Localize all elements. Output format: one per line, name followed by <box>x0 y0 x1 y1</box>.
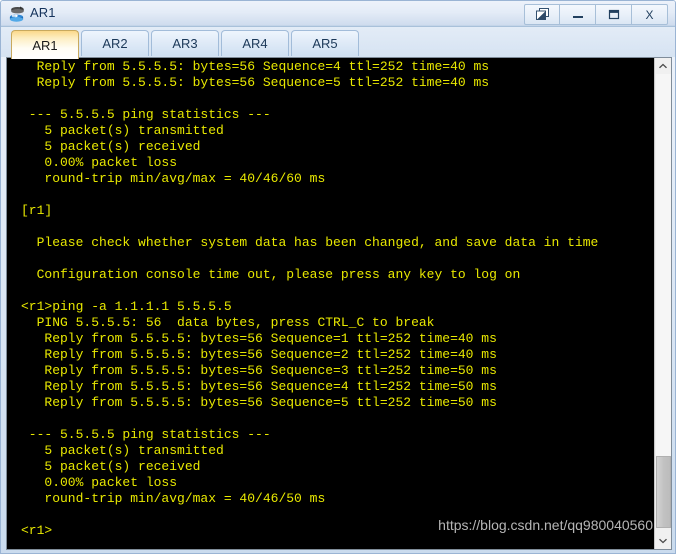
console-line: 5 packet(s) transmitted <box>21 123 224 138</box>
console-line: Reply from 5.5.5.5: bytes=56 Sequence=4 … <box>21 379 497 394</box>
scrollbar-track[interactable] <box>656 74 671 456</box>
console-line: 0.00% packet loss <box>21 155 178 170</box>
console-line: Reply from 5.5.5.5: bytes=56 Sequence=1 … <box>21 331 497 346</box>
console-line: PING 5.5.5.5: 56 data bytes, press CTRL_… <box>21 315 435 330</box>
close-icon: X <box>645 7 654 22</box>
tab-label: AR5 <box>312 36 338 51</box>
maximize-icon <box>607 8 621 22</box>
terminal-window: AR1 X AR1 AR2 AR3 AR4 AR5 Reply from 5.5… <box>0 0 676 554</box>
console-line: Reply from 5.5.5.5: bytes=56 Sequence=4 … <box>21 59 490 74</box>
tab-label: AR4 <box>242 36 268 51</box>
console-line: --- 5.5.5.5 ping statistics --- <box>21 107 271 122</box>
minimize-button[interactable] <box>560 4 596 25</box>
maximize-button[interactable] <box>596 4 632 25</box>
scroll-down-icon[interactable] <box>655 533 671 549</box>
console-line: Reply from 5.5.5.5: bytes=56 Sequence=3 … <box>21 363 497 378</box>
restore-button[interactable] <box>524 4 560 25</box>
terminal-frame: Reply from 5.5.5.5: bytes=56 Sequence=4 … <box>6 57 672 550</box>
tab-ar1[interactable]: AR1 <box>11 30 79 59</box>
tab-ar4[interactable]: AR4 <box>221 30 289 56</box>
console-line: <r1> <box>21 523 53 538</box>
title-bar: AR1 X <box>1 1 675 27</box>
console-line: 5 packet(s) received <box>21 139 201 154</box>
console-line: 5 packet(s) received <box>21 459 201 474</box>
console-line: Please check whether system data has bee… <box>21 235 599 250</box>
console-line: Reply from 5.5.5.5: bytes=56 Sequence=2 … <box>21 347 497 362</box>
console-line: Reply from 5.5.5.5: bytes=56 Sequence=5 … <box>21 75 490 90</box>
window-title: AR1 <box>30 5 56 20</box>
console-line: round-trip min/avg/max = 40/46/60 ms <box>21 171 326 186</box>
console-line: 0.00% packet loss <box>21 475 178 490</box>
tab-ar3[interactable]: AR3 <box>151 30 219 56</box>
tab-label: AR2 <box>102 36 128 51</box>
minimize-icon <box>571 8 585 22</box>
console-line: [r1] <box>21 203 53 218</box>
close-button[interactable]: X <box>632 4 668 25</box>
console-output[interactable]: Reply from 5.5.5.5: bytes=56 Sequence=4 … <box>7 58 655 549</box>
console-line: <r1>ping -a 1.1.1.1 5.5.5.5 <box>21 299 232 314</box>
scroll-up-icon[interactable] <box>655 58 671 74</box>
restore-icon <box>535 7 549 22</box>
tab-bar: AR1 AR2 AR3 AR4 AR5 <box>1 27 675 59</box>
tab-label: AR1 <box>32 37 58 53</box>
console-line: Reply from 5.5.5.5: bytes=56 Sequence=5 … <box>21 395 497 410</box>
console-line: --- 5.5.5.5 ping statistics --- <box>21 427 271 442</box>
console-line: Configuration console time out, please p… <box>21 267 521 282</box>
vertical-scrollbar[interactable] <box>654 58 671 549</box>
tab-label: AR3 <box>172 36 198 51</box>
tab-ar2[interactable]: AR2 <box>81 30 149 56</box>
console-text: Reply from 5.5.5.5: bytes=56 Sequence=4 … <box>7 59 655 539</box>
console-line: round-trip min/avg/max = 40/46/50 ms <box>21 491 326 506</box>
router-device-icon <box>7 4 27 24</box>
tab-ar5[interactable]: AR5 <box>291 30 359 56</box>
scrollbar-thumb[interactable] <box>656 456 671 528</box>
console-line: 5 packet(s) transmitted <box>21 443 224 458</box>
